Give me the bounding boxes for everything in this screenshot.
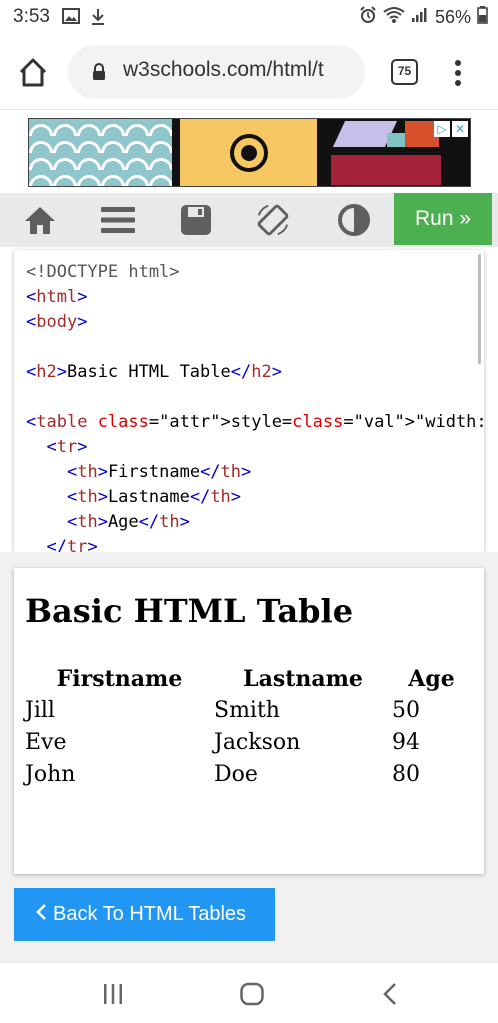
rotate-icon[interactable]	[255, 203, 291, 237]
code-text[interactable]: <!DOCTYPE html> <html> <body> <h2>Basic HT…	[26, 260, 484, 552]
tab-switcher-button[interactable]: 75	[391, 59, 418, 85]
table-row: Eve Jackson 94	[25, 726, 471, 758]
table-header-cell: Lastname	[243, 666, 363, 692]
table-cell: 94	[392, 729, 420, 755]
table-cell: Smith	[214, 697, 280, 723]
status-time: 3:53	[13, 6, 50, 27]
overflow-menu-icon[interactable]	[448, 58, 468, 88]
lock-icon	[92, 63, 106, 86]
table-cell: 50	[392, 697, 420, 723]
code-line: <!DOCTYPE html>	[26, 262, 180, 282]
image-notification-icon	[62, 8, 80, 31]
chevron-left-icon	[36, 888, 47, 941]
editor-scrollbar[interactable]	[478, 254, 481, 364]
download-icon	[90, 8, 106, 31]
result-frame: Basic HTML Table Firstname Lastname Age …	[14, 568, 484, 874]
table-header-cell: Firstname	[56, 666, 183, 692]
code-line: <th>Lastname</th>	[66, 487, 242, 507]
back-to-tables-button[interactable]: Back To HTML Tables	[14, 888, 275, 941]
url-text: w3schools.com/html/t	[123, 58, 324, 81]
battery-percent: 56%	[434, 7, 471, 27]
result-heading: Basic HTML Table	[25, 592, 354, 630]
ad-target-graphic	[229, 133, 268, 172]
table-cell: Jill	[25, 697, 55, 723]
code-line: <tr>	[46, 437, 88, 457]
status-bar: 3:53 56%	[0, 0, 498, 36]
signal-icon	[411, 7, 429, 28]
table-cell: Doe	[214, 761, 258, 787]
wifi-icon	[383, 6, 405, 29]
table-row: Jill Smith 50	[25, 694, 471, 726]
alarm-icon	[359, 6, 377, 29]
table-header-row: Firstname Lastname Age	[25, 664, 471, 694]
code-line: <h2>Basic HTML Table</h2>	[26, 362, 282, 382]
back-button-label: Back To HTML Tables	[53, 903, 247, 925]
ad-choices-icon[interactable]: ▷	[434, 121, 450, 137]
table-row: John Doe 80	[25, 758, 471, 790]
ad-close-icon[interactable]: ✕	[452, 121, 468, 137]
table-cell: Jackson	[214, 729, 301, 755]
code-line: <html>	[26, 287, 88, 307]
result-table: Firstname Lastname Age Jill Smith 50 Eve…	[25, 664, 471, 790]
code-line: <th>Age</th>	[66, 512, 190, 532]
code-line: </tr>	[46, 537, 98, 552]
table-header-cell: Age	[408, 666, 455, 692]
system-navigation-bar	[0, 962, 498, 1023]
recent-apps-icon[interactable]	[100, 981, 126, 1007]
address-bar[interactable]: w3schools.com/html/t	[68, 45, 365, 99]
contrast-icon[interactable]	[336, 203, 372, 237]
menu-icon[interactable]	[100, 203, 136, 237]
run-button[interactable]: Run »	[394, 193, 492, 245]
browser-toolbar: w3schools.com/html/t 75	[0, 36, 498, 110]
table-cell: Eve	[25, 729, 67, 755]
ad-pattern	[29, 119, 172, 186]
code-editor[interactable]: <!DOCTYPE html> <html> <body> <h2>Basic HT…	[14, 250, 484, 552]
code-line: <th>Firstname</th>	[66, 462, 252, 482]
save-icon[interactable]	[178, 203, 214, 237]
table-cell: 80	[392, 761, 420, 787]
battery-icon	[477, 6, 488, 29]
table-cell: John	[25, 761, 76, 787]
ad-banner[interactable]: ▷ ✕	[28, 118, 471, 187]
home-icon[interactable]	[22, 203, 58, 237]
code-line: <body>	[26, 312, 88, 332]
back-nav-icon[interactable]	[378, 981, 404, 1007]
ad-mosaic-graphic: ▷ ✕	[325, 119, 470, 186]
editor-toolbar: Run »	[0, 193, 498, 247]
browser-home-icon[interactable]	[16, 56, 50, 90]
code-line: <table class="attr">style=class="val">"w…	[26, 412, 484, 432]
home-nav-icon[interactable]	[239, 981, 265, 1007]
